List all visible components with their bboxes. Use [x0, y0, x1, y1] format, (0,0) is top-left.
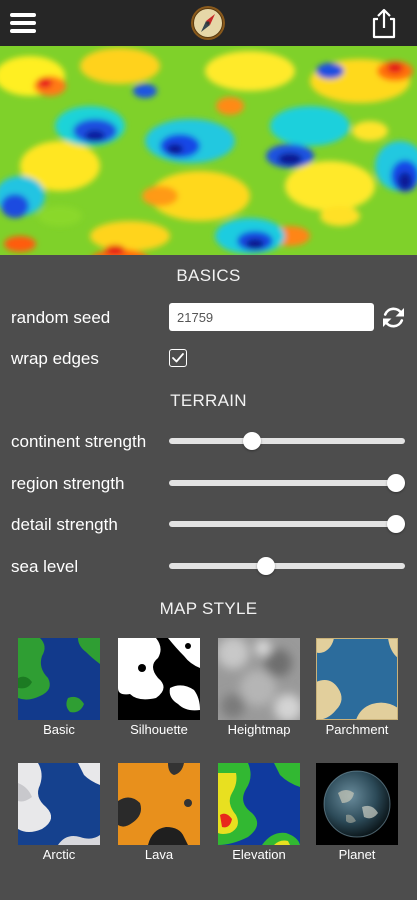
- region-strength-label: region strength: [11, 474, 125, 493]
- hamburger-menu-icon[interactable]: [10, 11, 38, 35]
- slider-thumb[interactable]: [256, 557, 275, 575]
- detail-strength-label: detail strength: [11, 515, 118, 534]
- compass-icon[interactable]: [190, 5, 226, 41]
- map-style-label: Silhouette: [130, 722, 188, 737]
- map-style-label: Planet: [338, 847, 376, 862]
- sea-level-slider[interactable]: [169, 555, 405, 577]
- checkmark-icon: [172, 353, 184, 363]
- terrain-section-title: TERRAIN: [170, 391, 247, 410]
- map-style-parchment[interactable]: Parchment: [314, 638, 400, 740]
- refresh-icon[interactable]: [380, 304, 407, 331]
- map-style-basic[interactable]: Basic: [16, 638, 102, 740]
- sea-level-label: sea level: [11, 557, 79, 576]
- map-style-label: Lava: [144, 847, 174, 862]
- arctic-thumbnail: [18, 763, 100, 845]
- wrap-edges-checkbox[interactable]: [169, 349, 187, 367]
- detail-strength-slider[interactable]: [169, 513, 405, 535]
- map-style-label: Parchment: [325, 722, 389, 737]
- top-bar: [0, 0, 417, 46]
- random-seed-input[interactable]: [169, 303, 374, 331]
- slider-thumb[interactable]: [386, 474, 405, 492]
- map-style-planet[interactable]: Planet: [314, 763, 400, 865]
- map-style-heightmap[interactable]: Heightmap: [216, 638, 302, 740]
- continent-strength-label: continent strength: [11, 432, 147, 451]
- heightmap-thumbnail: [218, 638, 300, 720]
- map-style-elevation[interactable]: Elevation: [216, 763, 302, 865]
- region-strength-slider[interactable]: [169, 472, 405, 494]
- map-style-arctic[interactable]: Arctic: [16, 763, 102, 865]
- silhouette-thumbnail: [118, 638, 200, 720]
- map-style-section-title: MAP STYLE: [159, 599, 258, 618]
- elevation-thumbnail: [218, 763, 300, 845]
- map-style-label: Heightmap: [227, 722, 291, 737]
- map-style-label: Elevation: [232, 847, 286, 862]
- basics-section-title: BASICS: [176, 266, 241, 285]
- lava-thumbnail: [118, 763, 200, 845]
- slider-thumb[interactable]: [386, 515, 405, 533]
- basic-thumbnail: [18, 638, 100, 720]
- slider-track: [169, 438, 405, 444]
- random-seed-label: random seed: [11, 308, 111, 327]
- continent-strength-slider[interactable]: [169, 430, 405, 452]
- map-style-label: Basic: [43, 722, 75, 737]
- map-style-label: Arctic: [42, 847, 76, 862]
- slider-track: [169, 521, 405, 527]
- share-icon[interactable]: [369, 7, 399, 39]
- wrap-edges-label: wrap edges: [11, 349, 99, 368]
- slider-thumb[interactable]: [242, 432, 261, 450]
- slider-track: [169, 563, 405, 569]
- map-style-lava[interactable]: Lava: [116, 763, 202, 865]
- slider-track: [169, 480, 405, 486]
- terrain-preview-map: [0, 46, 417, 255]
- planet-thumbnail: [316, 763, 398, 845]
- parchment-thumbnail: [316, 638, 398, 720]
- map-style-silhouette[interactable]: Silhouette: [116, 638, 202, 740]
